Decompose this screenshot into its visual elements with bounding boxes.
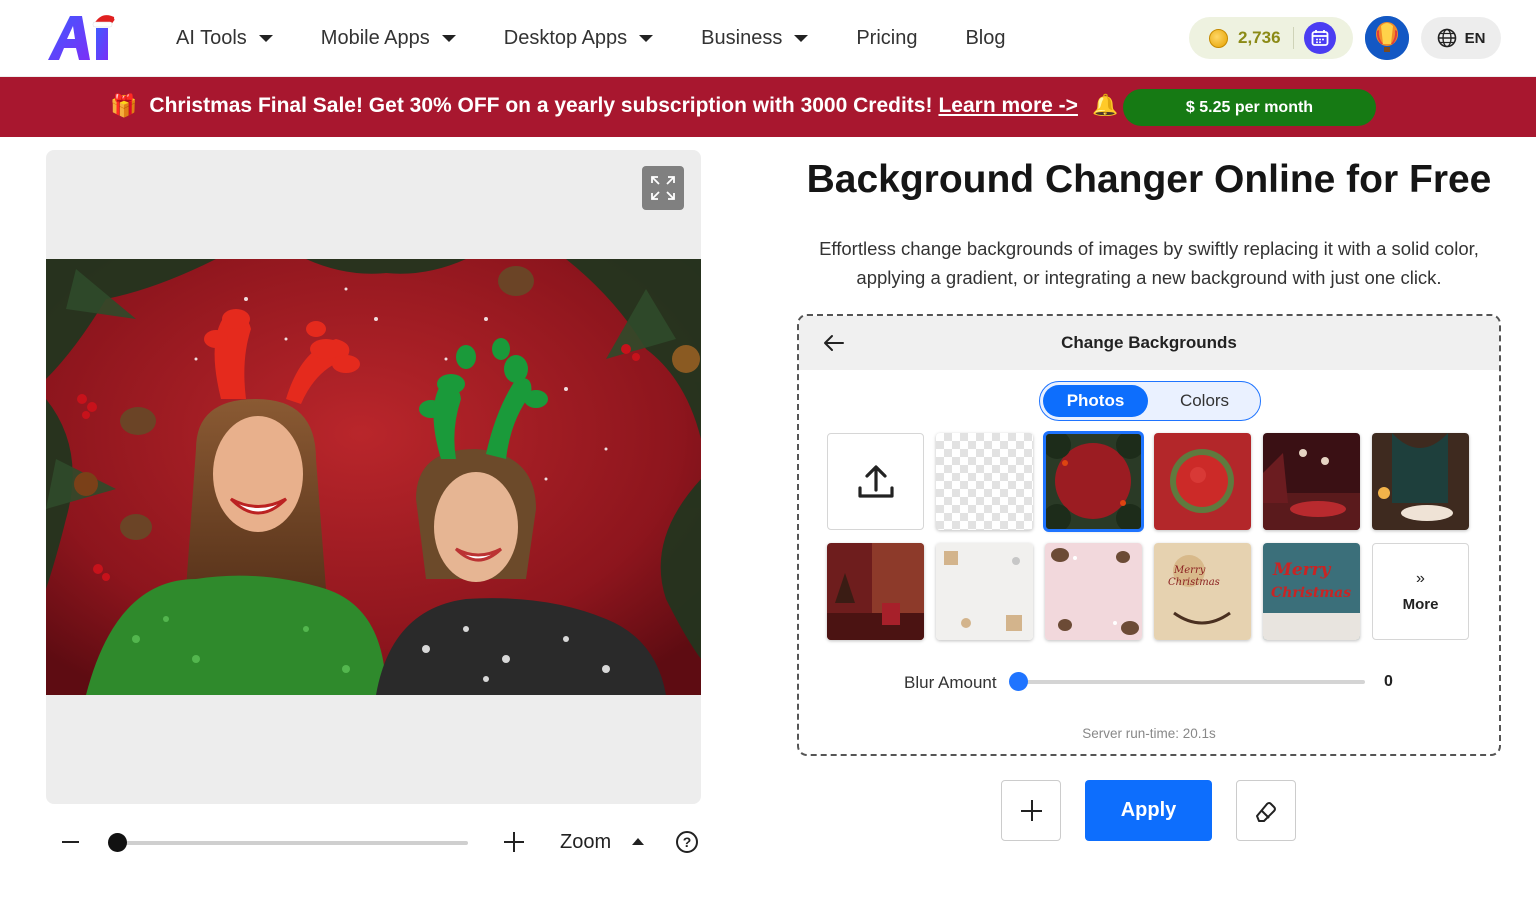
expand-icon[interactable] [642,166,684,210]
zoom-out-icon[interactable] [62,841,79,843]
zoom-controls: Zoom ? [46,822,701,862]
bell-icon: 🔔 [1091,94,1119,117]
server-runtime: Server run-time: 20.1s [1082,726,1216,741]
site-header: AI Tools Mobile Apps Desktop Apps Busine… [0,0,1536,77]
apply-button[interactable]: Apply [1085,780,1212,841]
upload-icon [857,464,894,498]
globe-icon [1437,28,1456,48]
language-selector[interactable]: EN [1421,17,1501,59]
svg-text:Merry: Merry [1272,560,1332,580]
svg-text:Christmas: Christmas [1168,577,1220,588]
caret-up-icon[interactable] [632,838,644,845]
add-button[interactable] [1001,780,1061,841]
coin-icon [1209,28,1228,48]
promo-price-button[interactable]: $ 5.25 per month [1123,89,1376,126]
tab-photos[interactable]: Photos [1043,385,1148,417]
svg-text:Merry: Merry [1173,565,1206,576]
background-white-gifts[interactable] [936,543,1033,640]
caret-down-icon [258,35,273,42]
eraser-button[interactable] [1236,780,1296,841]
gift-icon: 🎁 [110,93,138,118]
background-vintage-christmas[interactable]: Merry Christmas [1154,543,1251,640]
svg-text:Christmas: Christmas [1271,585,1351,601]
blur-amount-slider-thumb[interactable] [1009,672,1028,691]
blur-amount-slider[interactable] [1019,680,1365,684]
divider [1292,27,1294,49]
nav-business[interactable]: Business [701,27,809,50]
learn-more-link[interactable]: Learn more -> [938,94,1077,118]
main-nav: AI Tools Mobile Apps Desktop Apps Busine… [176,0,1054,77]
zoom-in-icon[interactable] [504,832,524,852]
zoom-slider-thumb[interactable] [108,833,127,852]
background-red-wreath[interactable] [1043,431,1144,532]
background-green-podium[interactable] [1372,433,1469,530]
nav-pricing[interactable]: Pricing [856,27,917,50]
nav-ai-tools[interactable]: AI Tools [176,27,273,50]
edited-photo [46,259,701,695]
tab-colors[interactable]: Colors [1152,385,1257,417]
site-logo[interactable] [44,8,124,66]
page-title: Background Changer Online for Free [806,158,1492,201]
nav-mobile-apps[interactable]: Mobile Apps [321,27,456,50]
image-preview [46,150,701,804]
blur-amount-value: 0 [1384,673,1393,690]
background-red-room[interactable] [827,543,924,640]
help-icon[interactable]: ? [676,831,698,853]
hot-air-balloon-icon [1365,16,1409,60]
chevron-double-right-icon: » [1416,570,1425,587]
blur-amount-label: Blur Amount [904,673,997,692]
calendar-icon[interactable] [1303,22,1336,54]
eraser-icon [1256,801,1276,822]
panel-header: Change Backgrounds [799,316,1499,370]
credits-badge[interactable]: 2,736 [1189,17,1353,59]
page-description: Effortless change backgrounds of images … [819,238,1479,288]
nav-blog[interactable]: Blog [965,27,1005,50]
zoom-slider[interactable] [116,841,468,845]
background-pink-pinecones[interactable] [1045,543,1142,640]
background-type-toggle: Photos Colors [1039,381,1261,421]
background-red-ornament[interactable] [1154,433,1251,530]
caret-down-icon [794,35,809,42]
zoom-label[interactable]: Zoom [560,831,611,854]
background-transparent[interactable] [936,433,1033,530]
promo-message: 🎁 Christmas Final Sale! Get 30% OFF on a… [110,93,1119,118]
background-red-stage[interactable] [1263,433,1360,530]
change-backgrounds-panel: Change Backgrounds Photos Colors Merry Ch… [797,314,1501,756]
more-backgrounds-button[interactable]: » More [1372,543,1469,640]
user-avatar[interactable] [1365,16,1409,60]
caret-down-icon [441,35,456,42]
background-merry-christmas-sign[interactable]: Merry Christmas [1263,543,1360,640]
nav-desktop-apps[interactable]: Desktop Apps [504,27,654,50]
upload-background-button[interactable] [827,433,924,530]
caret-down-icon [639,35,654,42]
panel-title: Change Backgrounds [1061,333,1237,352]
credits-count: 2,736 [1238,28,1281,47]
